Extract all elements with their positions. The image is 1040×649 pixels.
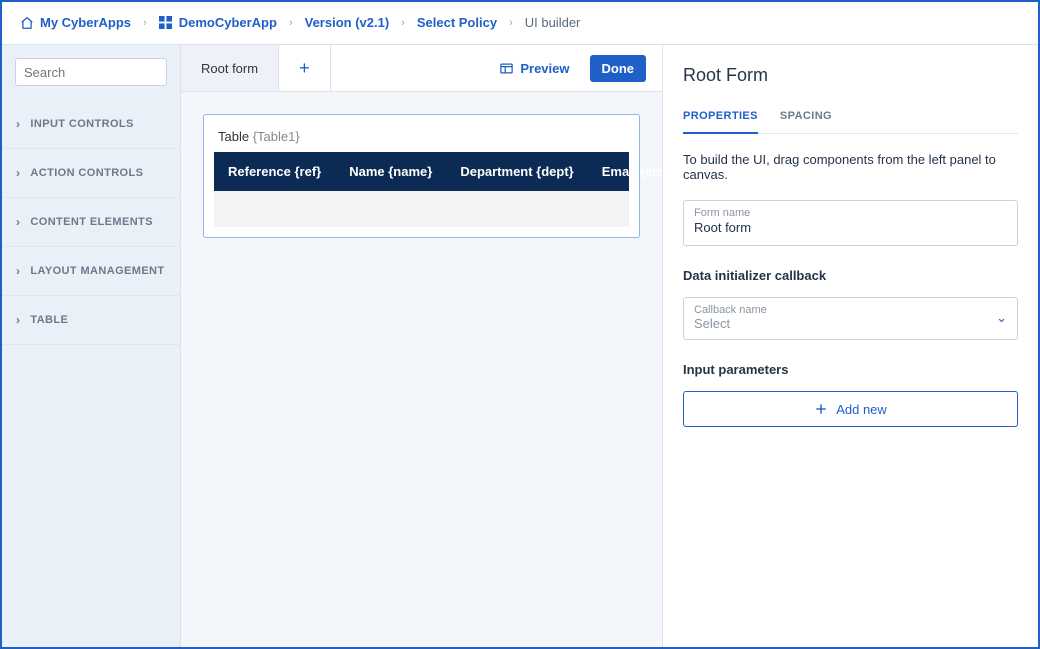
chevron-down-icon: ⌄ <box>996 310 1007 326</box>
data-initializer-label: Data initializer callback <box>683 268 1018 283</box>
toolbar-right: Preview Done <box>331 45 662 91</box>
callback-select[interactable]: Callback name Select ⌄ <box>683 297 1018 340</box>
table-title-text: Table <box>218 129 249 144</box>
chevron-right-icon: › <box>139 17 151 29</box>
tab-properties[interactable]: PROPERTIES <box>683 100 758 134</box>
canvas[interactable]: Table {Table1} Reference {ref} Name {nam… <box>181 92 662 260</box>
chevron-right-icon: › <box>16 215 20 229</box>
done-button[interactable]: Done <box>590 55 647 82</box>
breadcrumb-myapps[interactable]: My CyberApps <box>20 15 131 30</box>
table-col-name[interactable]: Name {name} <box>335 152 446 191</box>
home-icon <box>20 16 34 30</box>
form-name-input[interactable] <box>694 220 1007 235</box>
tab-add-button[interactable]: + <box>279 45 331 91</box>
breadcrumb: My CyberApps › DemoCyberApp › Version (v… <box>2 2 1038 44</box>
tab-spacing[interactable]: SPACING <box>780 100 832 134</box>
chevron-right-icon: › <box>285 17 297 29</box>
panel-title: Root Form <box>683 65 1018 86</box>
preview-button[interactable]: Preview <box>499 61 569 76</box>
panel-tabs: PROPERTIES SPACING <box>683 100 1018 134</box>
workarea: › INPUT CONTROLS › ACTION CONTROLS › CON… <box>2 44 1038 647</box>
form-name-label: Form name <box>694 207 1007 219</box>
chevron-right-icon: › <box>16 117 20 131</box>
form-name-field[interactable]: Form name <box>683 200 1018 246</box>
app-frame: My CyberApps › DemoCyberApp › Version (v… <box>0 0 1040 649</box>
sidebar: › INPUT CONTROLS › ACTION CONTROLS › CON… <box>2 44 180 647</box>
callback-value: Select <box>694 316 996 331</box>
preview-icon <box>499 61 514 76</box>
breadcrumb-version[interactable]: Version (v2.1) <box>305 15 390 30</box>
chevron-right-icon: › <box>16 166 20 180</box>
add-new-button[interactable]: Add new <box>683 391 1018 427</box>
input-parameters-label: Input parameters <box>683 362 1018 377</box>
breadcrumb-app-label: DemoCyberApp <box>179 15 277 30</box>
search-wrap <box>2 45 180 100</box>
sidebar-item-label: CONTENT ELEMENTS <box>30 216 153 228</box>
plus-icon <box>814 402 828 416</box>
chevron-right-icon: › <box>397 17 409 29</box>
search-box[interactable] <box>15 58 167 86</box>
tab-root-form[interactable]: Root form <box>181 45 279 91</box>
breadcrumb-app[interactable]: DemoCyberApp <box>159 15 277 30</box>
breadcrumb-current-label: UI builder <box>525 15 581 30</box>
preview-label: Preview <box>520 61 569 76</box>
sidebar-item-label: LAYOUT MANAGEMENT <box>30 265 164 277</box>
table-body-empty <box>214 191 629 227</box>
search-input[interactable] <box>24 65 200 80</box>
breadcrumb-version-label: Version (v2.1) <box>305 15 390 30</box>
sidebar-item-label: TABLE <box>30 314 68 326</box>
sidebar-item-layout-management[interactable]: › LAYOUT MANAGEMENT <box>2 247 180 296</box>
chevron-right-icon: › <box>16 313 20 327</box>
tab-label: Root form <box>201 61 258 76</box>
table-header-row: Reference {ref} Name {name} Department {… <box>214 152 629 191</box>
add-new-label: Add new <box>836 402 887 417</box>
tabs-row: Root form + Preview Done <box>181 45 662 92</box>
sidebar-item-input-controls[interactable]: › INPUT CONTROLS <box>2 100 180 149</box>
panel-hint: To build the UI, drag components from th… <box>683 152 1018 182</box>
right-panel: Root Form PROPERTIES SPACING To build th… <box>662 44 1038 647</box>
chevron-right-icon: › <box>505 17 517 29</box>
breadcrumb-myapps-label: My CyberApps <box>40 15 131 30</box>
breadcrumb-policy[interactable]: Select Policy <box>417 15 497 30</box>
callback-label: Callback name <box>694 304 996 316</box>
canvas-area: Root form + Preview Done <box>180 44 662 647</box>
sidebar-item-content-elements[interactable]: › CONTENT ELEMENTS <box>2 198 180 247</box>
sidebar-item-label: ACTION CONTROLS <box>30 167 143 179</box>
sidebar-item-action-controls[interactable]: › ACTION CONTROLS <box>2 149 180 198</box>
sidebar-item-table[interactable]: › TABLE <box>2 296 180 345</box>
breadcrumb-current: UI builder <box>525 15 581 30</box>
table-col-department[interactable]: Department {dept} <box>446 152 587 191</box>
table-title: Table {Table1} <box>214 125 629 152</box>
sidebar-item-label: INPUT CONTROLS <box>30 118 133 130</box>
chevron-right-icon: › <box>16 264 20 278</box>
breadcrumb-policy-label: Select Policy <box>417 15 497 30</box>
table-card[interactable]: Table {Table1} Reference {ref} Name {nam… <box>203 114 640 238</box>
plus-icon: + <box>299 58 310 79</box>
table-col-reference[interactable]: Reference {ref} <box>214 152 335 191</box>
table-token: {Table1} <box>253 129 300 144</box>
app-grid-icon <box>159 16 173 30</box>
